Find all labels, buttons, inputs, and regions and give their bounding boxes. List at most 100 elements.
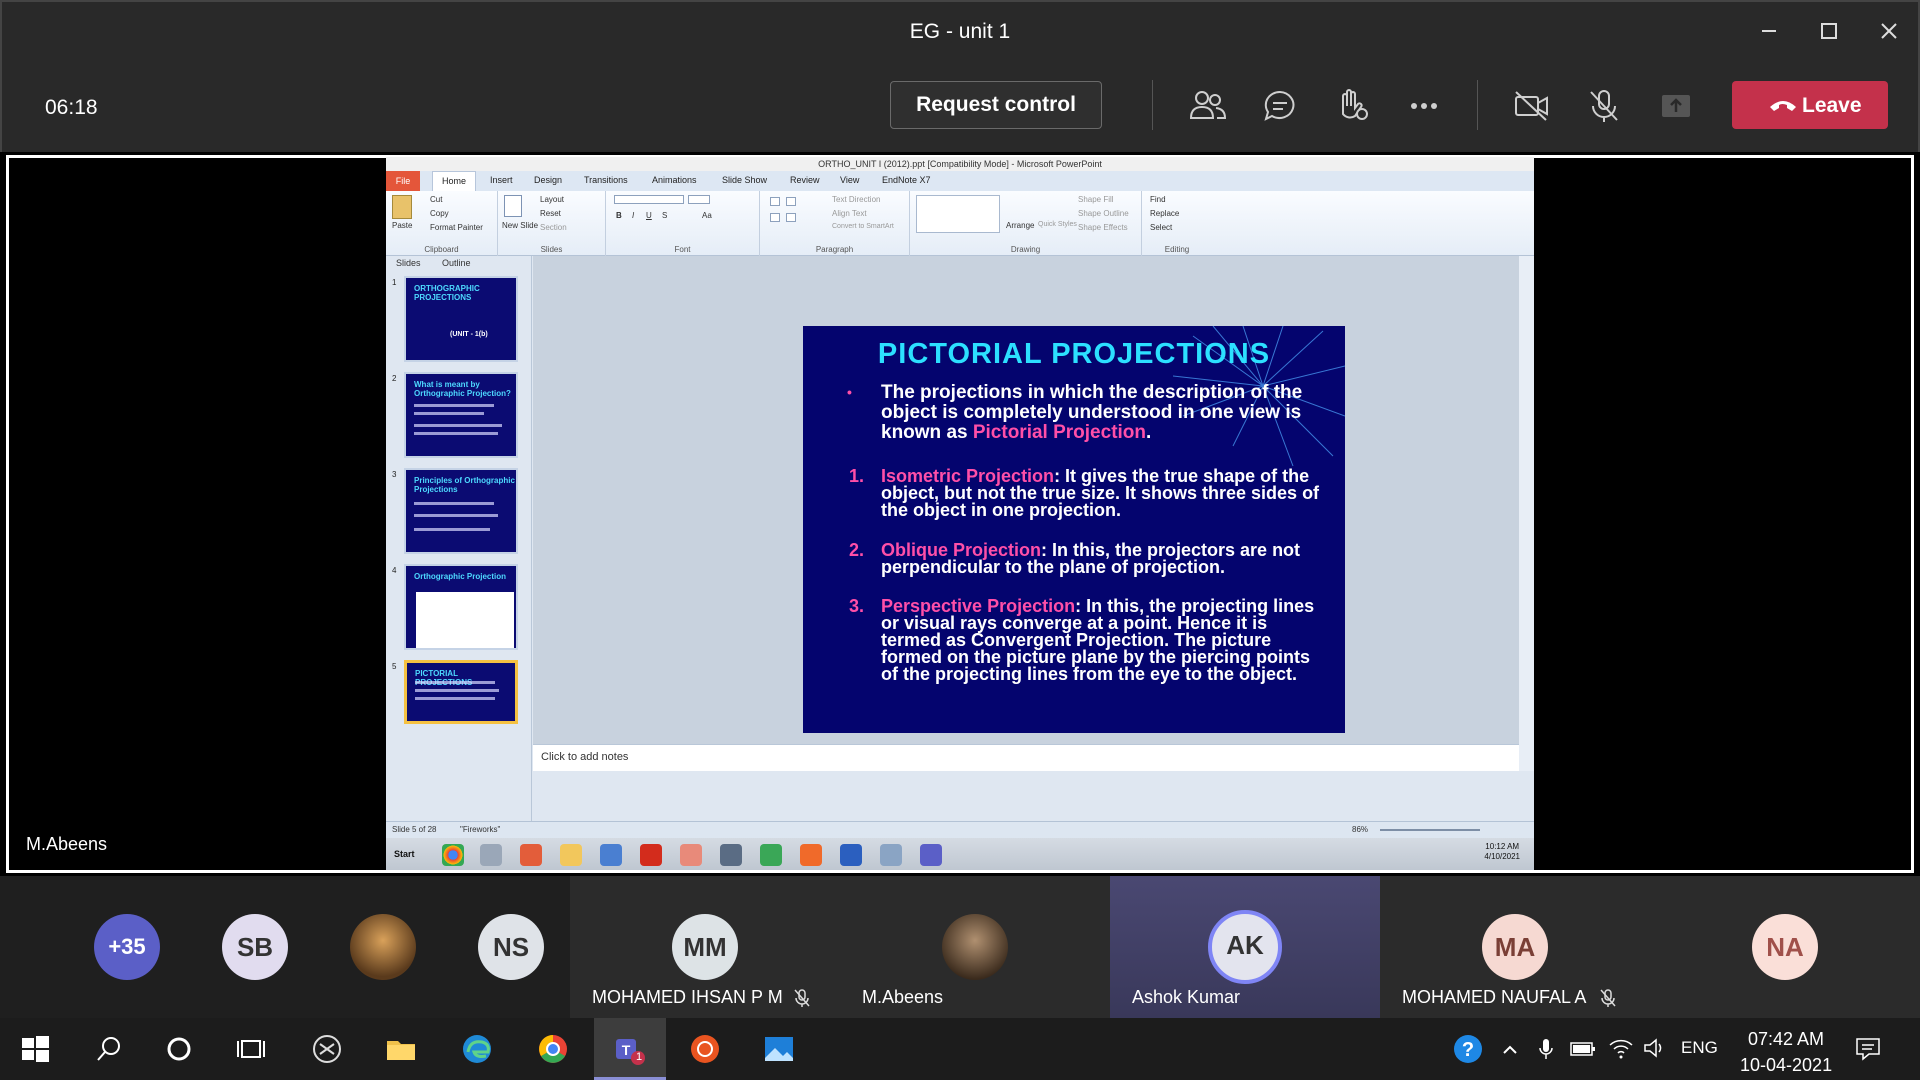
participants-icon[interactable]	[1185, 84, 1229, 128]
firefox-icon[interactable]	[800, 844, 822, 866]
more-participants-badge[interactable]: +35	[94, 914, 160, 980]
word-icon[interactable]	[840, 844, 862, 866]
align-text-button[interactable]: Align Text	[832, 209, 867, 218]
close-icon[interactable]	[1874, 16, 1904, 46]
camera-off-icon[interactable]	[1510, 84, 1554, 128]
file-explorer-icon[interactable]	[384, 1032, 418, 1066]
italic-icon[interactable]: I	[632, 211, 634, 220]
cut-button[interactable]: Cut	[430, 195, 442, 204]
chevron-up-icon[interactable]	[1500, 1040, 1520, 1060]
teams-taskbar-button[interactable]: T 1	[594, 1018, 666, 1080]
leave-button[interactable]: Leave	[1732, 81, 1888, 129]
participant-tile-speaking[interactable]: AK Ashok Kumar	[1110, 876, 1380, 1018]
tab-endnote[interactable]: EndNote X7	[882, 175, 931, 185]
tab-outline[interactable]: Outline	[442, 258, 471, 268]
chrome-icon[interactable]	[760, 844, 782, 866]
battery-icon[interactable]	[1570, 1040, 1596, 1058]
underline-icon[interactable]: U	[646, 211, 652, 220]
browser-icon[interactable]	[600, 844, 622, 866]
chrome-icon[interactable]	[536, 1032, 570, 1066]
raise-hand-icon[interactable]	[1330, 84, 1374, 128]
shape-effects-button[interactable]: Shape Effects	[1078, 223, 1128, 232]
participant-tile[interactable]: NS	[456, 876, 566, 1018]
app-icon[interactable]	[310, 1032, 344, 1066]
chrome-icon[interactable]	[442, 844, 464, 866]
wifi-icon[interactable]	[1608, 1036, 1634, 1060]
participant-tile[interactable]: +35	[72, 876, 182, 1018]
convert-smartart-button[interactable]: Convert to SmartArt	[832, 223, 894, 230]
reset-button[interactable]: Reset	[540, 209, 561, 218]
select-button[interactable]: Select	[1150, 223, 1172, 232]
participant-tile[interactable]: NA	[1650, 876, 1920, 1018]
layout-button[interactable]: Layout	[540, 195, 564, 204]
font-size-box[interactable]	[688, 195, 710, 204]
slide-thumbnail-1[interactable]: ORTHOGRAPHIC PROJECTIONS (UNIT - 1(b)	[404, 276, 518, 362]
more-options-icon[interactable]	[1402, 84, 1446, 128]
notifications-icon[interactable]	[1854, 1036, 1882, 1062]
tab-slides[interactable]: Slides	[396, 258, 421, 268]
shape-fill-button[interactable]: Shape Fill	[1078, 195, 1114, 204]
participant-tile[interactable]: SB	[200, 876, 310, 1018]
participant-tile[interactable]: MM MOHAMED IHSAN P M	[570, 876, 840, 1018]
align-center-icon[interactable]	[786, 213, 796, 222]
help-icon[interactable]: ?	[1451, 1032, 1485, 1066]
participant-tile[interactable]	[328, 876, 438, 1018]
app-icon[interactable]	[880, 844, 902, 866]
tab-animations[interactable]: Animations	[652, 175, 697, 185]
shape-outline-button[interactable]: Shape Outline	[1078, 209, 1129, 218]
mic-off-icon[interactable]	[1582, 84, 1626, 128]
folder-icon[interactable]	[560, 844, 582, 866]
arrange-button[interactable]: Arrange	[1006, 221, 1034, 230]
tab-slide-show[interactable]: Slide Show	[722, 175, 767, 185]
slide-thumbnail-4[interactable]: Orthographic Projection	[404, 564, 518, 650]
maximize-icon[interactable]	[1814, 16, 1844, 46]
windows-start-icon[interactable]	[18, 1032, 52, 1066]
format-painter-button[interactable]: Format Painter	[430, 223, 483, 232]
tab-transitions[interactable]: Transitions	[584, 175, 628, 185]
minimize-icon[interactable]	[1754, 16, 1784, 46]
system-clock[interactable]: 07:42 AM 10-04-2021	[1740, 1026, 1832, 1078]
slide-thumbnail-3[interactable]: Principles of Orthographic Projections	[404, 468, 518, 554]
tab-file[interactable]: File	[386, 171, 420, 191]
app-icon[interactable]	[720, 844, 742, 866]
section-button[interactable]: Section	[540, 223, 567, 232]
align-left-icon[interactable]	[770, 213, 780, 222]
replace-button[interactable]: Replace	[1150, 209, 1179, 218]
shadow-icon[interactable]: S	[662, 211, 667, 220]
vertical-scrollbar[interactable]	[1519, 256, 1534, 771]
volume-icon[interactable]	[1642, 1036, 1668, 1060]
new-slide-button[interactable]: New Slide	[502, 221, 538, 230]
language-indicator[interactable]: ENG	[1681, 1038, 1718, 1058]
tab-design[interactable]: Design	[534, 175, 562, 185]
text-direction-button[interactable]: Text Direction	[832, 195, 880, 204]
edge-icon[interactable]	[460, 1032, 494, 1066]
bullets-icon[interactable]	[770, 197, 780, 206]
teams-icon[interactable]	[920, 844, 942, 866]
ubuntu-icon[interactable]	[688, 1032, 722, 1066]
bold-icon[interactable]: B	[616, 211, 622, 220]
copy-button[interactable]: Copy	[430, 209, 449, 218]
font-color-icon[interactable]: Aa	[702, 211, 712, 220]
participant-tile[interactable]: MA MOHAMED NAUFAL A	[1380, 876, 1650, 1018]
share-tray-icon[interactable]	[1654, 84, 1698, 128]
tab-home[interactable]: Home	[432, 171, 476, 191]
task-view-icon[interactable]	[234, 1032, 268, 1066]
font-name-box[interactable]	[614, 195, 684, 204]
zoom-slider[interactable]	[1380, 829, 1480, 831]
app-icon[interactable]	[680, 844, 702, 866]
search-icon[interactable]	[92, 1032, 126, 1066]
start-button[interactable]: Start	[386, 842, 426, 866]
slide-thumbnail-2[interactable]: What is meant by Orthographic Projection…	[404, 372, 518, 458]
participant-tile[interactable]: M.Abeens	[840, 876, 1110, 1018]
tab-insert[interactable]: Insert	[490, 175, 513, 185]
request-control-button[interactable]: Request control	[890, 81, 1102, 129]
powerpoint-icon[interactable]	[520, 844, 542, 866]
slide-edit-area[interactable]: PICTORIAL PROJECTIONS • The projections …	[533, 256, 1519, 744]
notes-pane[interactable]: Click to add notes	[533, 744, 1519, 771]
quick-styles-button[interactable]: Quick Styles	[1038, 221, 1077, 228]
slide-thumbnail-5[interactable]: PICTORIAL PROJECTIONS	[404, 660, 518, 724]
current-slide[interactable]: PICTORIAL PROJECTIONS • The projections …	[803, 326, 1345, 733]
microphone-icon[interactable]	[1536, 1038, 1556, 1060]
tab-view[interactable]: View	[840, 175, 859, 185]
tools-icon[interactable]	[480, 844, 502, 866]
